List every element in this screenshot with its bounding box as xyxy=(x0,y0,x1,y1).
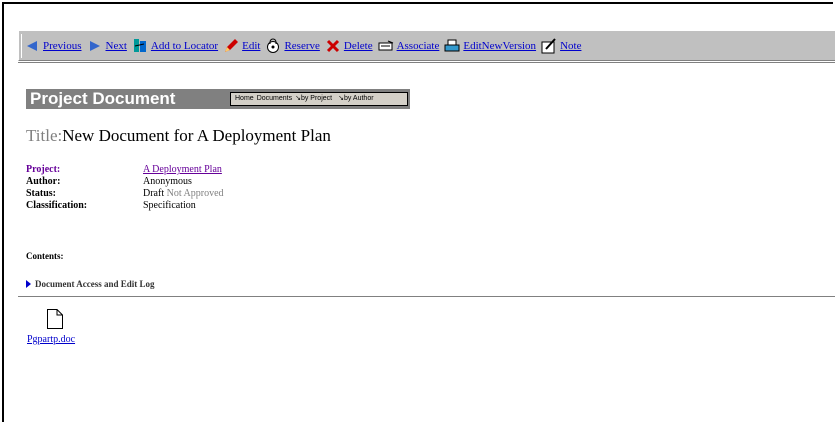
author-value: Anonymous xyxy=(143,176,192,187)
pencil-icon xyxy=(223,38,239,54)
next-button[interactable]: Next xyxy=(85,34,130,58)
title-value: New Document for A Deployment Plan xyxy=(62,126,331,145)
edit-button[interactable]: Edit xyxy=(221,34,263,58)
status-value: Draft xyxy=(143,188,165,199)
attachment-link[interactable]: Pgpartp.doc xyxy=(27,334,75,345)
note-label: Note xyxy=(560,39,582,52)
contents-label: Contents: xyxy=(26,251,64,261)
delete-button[interactable]: Delete xyxy=(323,34,376,58)
nav-by-project-label: by Project xyxy=(300,95,333,102)
nav-by-author[interactable]: ↘by Author xyxy=(338,93,376,105)
edit-label: Edit xyxy=(242,39,261,52)
lock-icon xyxy=(265,38,281,54)
note-button[interactable]: Note xyxy=(539,34,584,58)
next-label: Next xyxy=(105,39,127,52)
note-icon xyxy=(541,37,557,54)
add-to-locator-label: Add to Locator xyxy=(150,39,219,52)
reserve-button[interactable]: Reserve xyxy=(263,34,322,58)
expand-triangle-icon xyxy=(26,280,31,288)
add-to-locator-button[interactable]: Add to Locator xyxy=(130,34,221,58)
associate-label: Associate xyxy=(396,39,440,52)
document-title-row: Title:New Document for A Deployment Plan xyxy=(26,126,331,146)
page-title: Project Document xyxy=(30,89,176,108)
status-row: Status: Draft Not Approved xyxy=(26,188,224,200)
reserve-label: Reserve xyxy=(284,39,320,52)
classification-label: Classification: xyxy=(26,200,88,211)
project-link[interactable]: A Deployment Plan xyxy=(143,164,222,175)
document-file-icon[interactable] xyxy=(47,309,63,329)
window-frame xyxy=(2,2,833,422)
title-label: Title: xyxy=(26,126,63,145)
previous-label: Previous xyxy=(43,39,82,52)
access-log-label: Document Access and Edit Log xyxy=(35,279,155,289)
printer-icon xyxy=(444,38,460,54)
previous-button[interactable]: Previous xyxy=(21,33,85,58)
delete-x-icon xyxy=(325,38,341,54)
classification-row: Classification: Specification xyxy=(26,200,224,212)
nav-documents[interactable]: Documents xyxy=(257,93,292,105)
author-label: Author: xyxy=(26,176,61,187)
right-arrow-icon xyxy=(87,38,103,54)
project-row: Project: A Deployment Plan xyxy=(26,164,224,176)
locator-icon xyxy=(132,38,148,54)
nav-by-author-label: by Author xyxy=(343,95,374,102)
status-label: Status: xyxy=(26,188,57,199)
access-log-toggle[interactable]: Document Access and Edit Log xyxy=(26,279,155,289)
section-divider xyxy=(18,296,835,298)
classification-value: Specification xyxy=(143,200,196,211)
associate-button[interactable]: Associate xyxy=(376,34,443,58)
toolbar: Previous Next Add to Locator Edit Reserv… xyxy=(18,30,835,61)
page-header: Project Document Home Documents ↘by Proj… xyxy=(26,89,410,109)
author-row: Author: Anonymous xyxy=(26,176,224,188)
approval-status: Not Approved xyxy=(166,188,224,199)
edit-new-version-button[interactable]: EditNewVersion xyxy=(442,34,539,58)
edit-new-version-label: EditNewVersion xyxy=(463,39,537,52)
document-fields: Project: A Deployment Plan Author: Anony… xyxy=(26,164,224,212)
associate-icon xyxy=(378,38,394,54)
header-nav: Home Documents ↘by Project ↘by Author xyxy=(230,92,408,106)
project-label: Project: xyxy=(26,164,61,175)
nav-home[interactable]: Home xyxy=(235,93,254,105)
delete-label: Delete xyxy=(343,39,373,52)
left-arrow-icon xyxy=(24,38,40,54)
nav-by-project[interactable]: ↘by Project xyxy=(295,93,335,105)
toolbar-divider xyxy=(18,62,835,63)
